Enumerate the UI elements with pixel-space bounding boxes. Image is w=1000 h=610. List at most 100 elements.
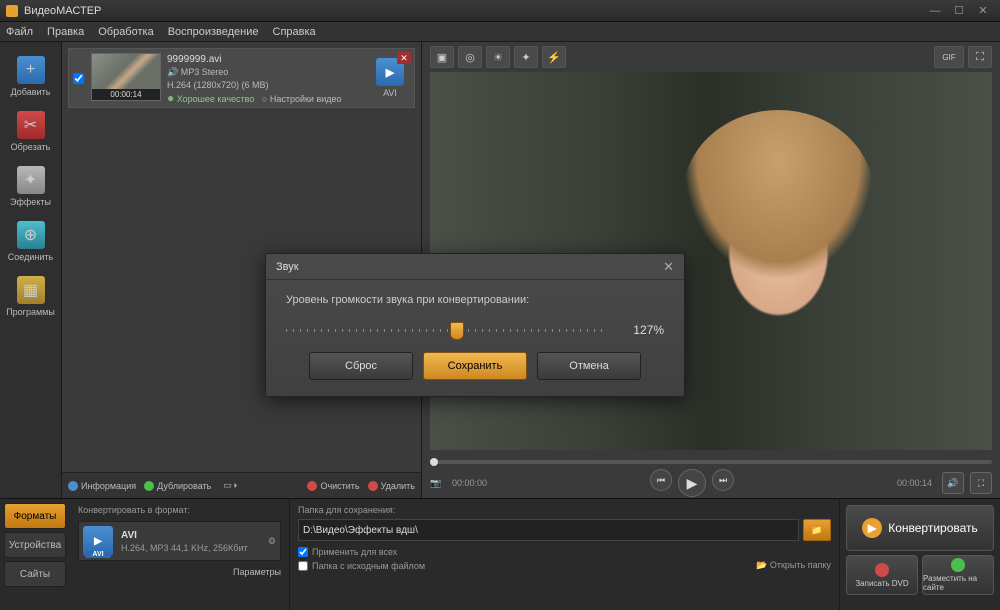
- format-details: H.264, MP3 44,1 KHz, 256Кбит: [121, 543, 248, 553]
- delete-button[interactable]: Удалить: [368, 481, 415, 491]
- dialog-title: Звук: [276, 261, 299, 273]
- tool-effects-button[interactable]: ✦: [514, 46, 538, 68]
- duplicate-button[interactable]: Дублировать: [144, 481, 211, 491]
- cancel-button[interactable]: Отмена: [537, 352, 641, 380]
- sidebar-add-button[interactable]: + Добавить: [4, 50, 57, 103]
- sidebar-prog-label: Программы: [6, 307, 55, 317]
- add-icon: +: [17, 56, 45, 84]
- apply-all-label: Применить для всех: [312, 547, 397, 557]
- title-bar: ВидеоМАСТЕР — ☐ ✕: [0, 0, 1000, 22]
- bottom-panel: Форматы Устройства Сайты Конвертировать …: [0, 498, 1000, 610]
- expand-button[interactable]: ⛶: [970, 472, 992, 494]
- menu-edit[interactable]: Правка: [47, 26, 84, 38]
- item-checkbox[interactable]: [73, 73, 84, 84]
- upload-icon: [951, 558, 965, 572]
- dialog-titlebar[interactable]: Звук ✕: [266, 254, 684, 280]
- join-icon: ⊕: [17, 221, 45, 249]
- maximize-button[interactable]: ☐: [948, 4, 970, 18]
- toggle-switch[interactable]: ▭◑: [223, 480, 237, 491]
- time-total: 00:00:14: [872, 478, 932, 488]
- sidebar-add-label: Добавить: [11, 87, 51, 97]
- list-footer: Информация Дублировать ▭◑ Очистить Удали…: [62, 472, 421, 498]
- sidebar-programs-button[interactable]: ▦Программы: [4, 270, 57, 323]
- clear-button[interactable]: Очистить: [307, 481, 359, 491]
- menu-playback[interactable]: Воспроизведение: [168, 26, 259, 38]
- info-icon: [68, 481, 78, 491]
- convert-button[interactable]: ▶Конвертировать: [846, 505, 994, 551]
- scissors-icon: ✂: [17, 111, 45, 139]
- sound-dialog: Звук ✕ Уровень громкости звука при конве…: [265, 253, 685, 397]
- item-settings-link[interactable]: Настройки видео: [270, 94, 342, 104]
- clear-icon: [307, 481, 317, 491]
- seek-knob[interactable]: [430, 458, 438, 466]
- item-thumbnail: 00:00:14: [91, 53, 161, 101]
- format-icon: ▶AVI: [83, 526, 113, 556]
- item-duration: 00:00:14: [92, 89, 160, 100]
- sidebar-effects-button[interactable]: ✦ Эффекты: [4, 160, 57, 213]
- dialog-close-button[interactable]: ✕: [663, 259, 674, 275]
- playback-controls: 📷 00:00:00 ⏮ ▶ ⏭ 00:00:14 🔊 ⛶: [422, 468, 1000, 498]
- tab-sites[interactable]: Сайты: [4, 561, 66, 587]
- tab-devices[interactable]: Устройства: [4, 532, 66, 558]
- tool-crop-button[interactable]: ▣: [430, 46, 454, 68]
- same-folder-label: Папка с исходным файлом: [312, 561, 425, 571]
- format-tabs: Форматы Устройства Сайты: [0, 499, 70, 610]
- effects-icon: ✦: [17, 166, 45, 194]
- menu-help[interactable]: Справка: [273, 26, 316, 38]
- item-metadata: 9999999.avi 🔊 MP3 Stereo H.264 (1280x720…: [167, 53, 364, 103]
- seek-bar[interactable]: [430, 456, 992, 468]
- save-path-input[interactable]: [298, 519, 799, 541]
- item-filename: 9999999.avi: [167, 53, 364, 66]
- gif-button[interactable]: GIF: [934, 46, 964, 68]
- format-selector[interactable]: ▶AVI AVIH.264, MP3 44,1 KHz, 256Кбит ⚙: [78, 521, 281, 561]
- sidebar-cut-button[interactable]: ✂ Обрезать: [4, 105, 57, 158]
- same-folder-checkbox[interactable]: [298, 561, 308, 571]
- apply-all-checkbox[interactable]: [298, 547, 308, 557]
- dvd-icon: [875, 563, 889, 577]
- tab-formats[interactable]: Форматы: [4, 503, 66, 529]
- video-item[interactable]: 00:00:14 9999999.avi 🔊 MP3 Stereo H.264 …: [68, 48, 415, 108]
- volume-slider[interactable]: 127%: [286, 320, 664, 340]
- item-remove-button[interactable]: ✕: [397, 52, 411, 64]
- menu-processing[interactable]: Обработка: [98, 26, 153, 38]
- snapshot-button[interactable]: 📷: [430, 478, 452, 489]
- open-folder-link[interactable]: 📂 Открыть папку: [756, 560, 831, 571]
- convert-to-label: Конвертировать в формат:: [78, 505, 281, 515]
- sidebar-join-label: Соединить: [8, 252, 53, 262]
- item-format-label: AVI: [383, 88, 397, 98]
- prev-button[interactable]: ⏮: [650, 469, 672, 491]
- play-button[interactable]: ▶: [678, 469, 706, 497]
- tool-speed-button[interactable]: ⚡: [542, 46, 566, 68]
- sidebar-cut-label: Обрезать: [11, 142, 51, 152]
- save-folder-label: Папка для сохранения:: [298, 505, 831, 515]
- close-window-button[interactable]: ✕: [972, 4, 994, 18]
- volume-label: Уровень громкости звука при конвертирова…: [286, 294, 664, 306]
- burn-dvd-button[interactable]: Записать DVD: [846, 555, 918, 595]
- format-panel: Конвертировать в формат: ▶AVI AVIH.264, …: [70, 499, 290, 610]
- info-button[interactable]: Информация: [68, 481, 136, 491]
- format-settings-button[interactable]: ⚙: [268, 536, 276, 547]
- item-audio: MP3 Stereo: [181, 67, 229, 77]
- sidebar-fx-label: Эффекты: [10, 197, 51, 207]
- parameters-link[interactable]: Параметры: [233, 567, 281, 577]
- reset-button[interactable]: Сброс: [309, 352, 413, 380]
- browse-button[interactable]: 📁: [803, 519, 831, 541]
- menu-bar: Файл Правка Обработка Воспроизведение Сп…: [0, 22, 1000, 42]
- app-title: ВидеоМАСТЕР: [24, 5, 922, 17]
- fullscreen-button[interactable]: ⛶: [968, 46, 992, 68]
- item-codec: H.264 (1280x720) (6 MB): [167, 79, 364, 92]
- time-current: 00:00:00: [452, 478, 512, 488]
- minimize-button[interactable]: —: [924, 4, 946, 18]
- upload-button[interactable]: Разместить на сайте: [922, 555, 994, 595]
- convert-icon: ▶: [862, 518, 882, 538]
- duplicate-icon: [144, 481, 154, 491]
- menu-file[interactable]: Файл: [6, 26, 33, 38]
- sidebar-join-button[interactable]: ⊕ Соединить: [4, 215, 57, 268]
- volume-button[interactable]: 🔊: [942, 472, 964, 494]
- next-button[interactable]: ⏭: [712, 469, 734, 491]
- save-button[interactable]: Сохранить: [423, 352, 527, 380]
- app-logo-icon: [6, 5, 18, 17]
- tool-brightness-button[interactable]: ☀: [486, 46, 510, 68]
- tool-rotate-button[interactable]: ◎: [458, 46, 482, 68]
- slider-thumb[interactable]: [450, 322, 464, 340]
